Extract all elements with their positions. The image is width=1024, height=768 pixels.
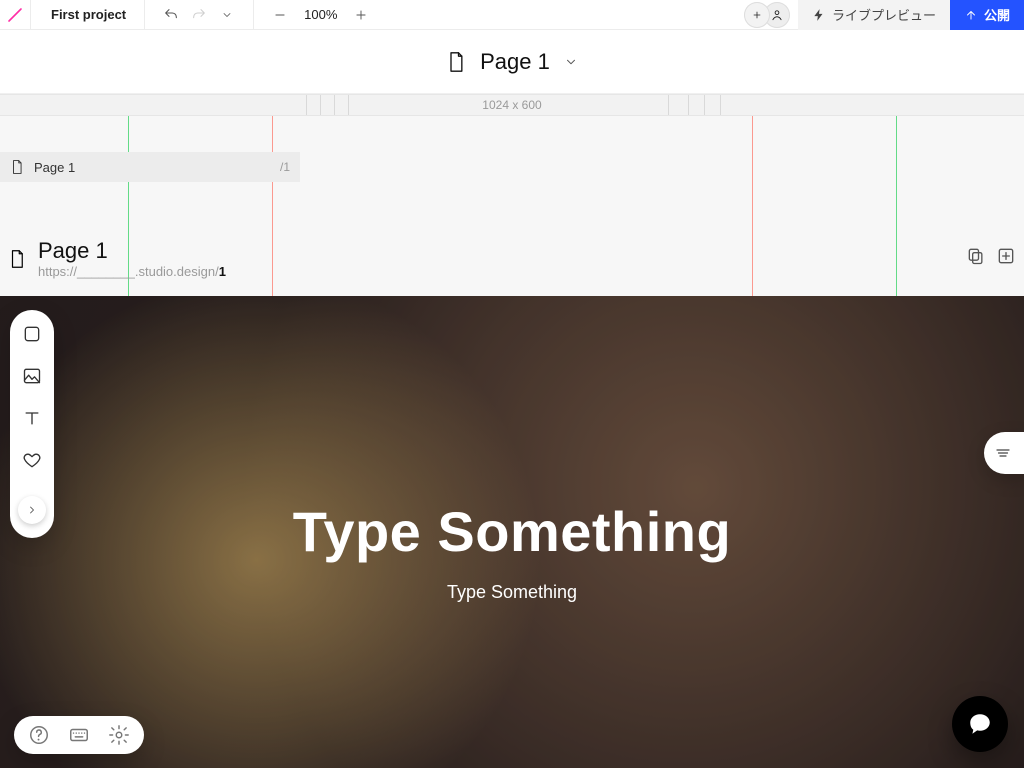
- redo-button[interactable]: [185, 1, 213, 29]
- page-meta: Page 1 https://________.studio.design/1: [8, 238, 1016, 279]
- page-url-prefix: https://________.studio.design/: [38, 264, 219, 279]
- page-meta-text: Page 1 https://________.studio.design/1: [38, 238, 226, 279]
- project-name[interactable]: First project: [31, 0, 144, 29]
- copy-icon: [966, 246, 986, 266]
- zoom-level[interactable]: 100%: [294, 7, 347, 22]
- chat-button[interactable]: [952, 696, 1008, 752]
- canvas[interactable]: Page 1 /1 Page 1 https://________.studio…: [0, 116, 1024, 768]
- insert-favorite-tool[interactable]: [22, 450, 42, 470]
- insert-toolbar: [10, 310, 54, 538]
- page-icon: [10, 158, 24, 176]
- caret-down-icon: [221, 9, 233, 21]
- text-icon: [22, 408, 42, 428]
- caret-down-icon: [564, 55, 578, 69]
- layers-panel-toggle[interactable]: [984, 432, 1024, 474]
- page-actions: [966, 246, 1016, 271]
- hero-subheading[interactable]: Type Something: [447, 582, 577, 603]
- collaborators: [736, 2, 798, 28]
- publish-label: 公開: [984, 5, 1010, 24]
- help-icon: [28, 724, 50, 746]
- layers-icon: [994, 444, 1012, 462]
- redo-icon: [191, 7, 207, 23]
- plus-icon: [354, 8, 368, 22]
- toolbar-expand-button[interactable]: [18, 496, 46, 524]
- image-icon: [22, 366, 42, 386]
- heart-icon: [22, 450, 42, 470]
- add-collaborator-button[interactable]: [744, 2, 770, 28]
- page-title[interactable]: Page 1: [38, 238, 226, 264]
- page-selector[interactable]: Page 1: [0, 30, 1024, 94]
- undo-icon: [163, 7, 179, 23]
- minus-icon: [273, 8, 287, 22]
- square-icon: [22, 324, 42, 344]
- app-logo[interactable]: [0, 0, 30, 30]
- layer-breadcrumb[interactable]: Page 1 /1: [0, 152, 300, 182]
- insert-text-tool[interactable]: [22, 408, 42, 428]
- shortcuts-button[interactable]: [68, 724, 90, 746]
- upload-icon: [964, 8, 978, 22]
- settings-button[interactable]: [108, 724, 130, 746]
- zoom-in-button[interactable]: [347, 1, 375, 29]
- hero-heading[interactable]: Type Something: [293, 499, 731, 564]
- zoom-out-button[interactable]: [266, 1, 294, 29]
- page-selector-label: Page 1: [480, 49, 550, 75]
- hero-section[interactable]: Type Something Type Something: [0, 296, 1024, 768]
- gear-icon: [108, 724, 130, 746]
- plus-icon: [751, 9, 763, 21]
- help-button[interactable]: [28, 724, 50, 746]
- add-page-icon: [996, 246, 1016, 266]
- chat-icon: [967, 711, 993, 737]
- page-icon: [446, 50, 466, 74]
- history-menu[interactable]: [213, 1, 241, 29]
- undo-button[interactable]: [157, 1, 185, 29]
- insert-image-tool[interactable]: [22, 366, 42, 386]
- canvas-dimensions: 1024 x 600: [482, 98, 541, 112]
- insert-box-tool[interactable]: [22, 324, 42, 344]
- zoom-controls: 100%: [254, 0, 387, 29]
- bolt-icon: [812, 8, 826, 22]
- user-icon: [770, 8, 784, 22]
- page-icon: [8, 248, 26, 270]
- add-page-button[interactable]: [996, 246, 1016, 271]
- canvas-ruler: 1024 x 600: [0, 94, 1024, 116]
- publish-button[interactable]: 公開: [950, 0, 1024, 30]
- pencil-icon: [7, 7, 23, 23]
- page-url-slug: 1: [219, 264, 226, 279]
- utility-toolbar: [14, 716, 144, 754]
- duplicate-page-button[interactable]: [966, 246, 986, 271]
- live-preview-button[interactable]: ライブプレビュー: [798, 0, 950, 30]
- history-controls: [145, 0, 253, 29]
- breadcrumb-index: /1: [280, 160, 290, 174]
- chevron-right-icon: [26, 504, 38, 516]
- page-url[interactable]: https://________.studio.design/1: [38, 264, 226, 279]
- live-preview-label: ライブプレビュー: [832, 5, 936, 24]
- keyboard-icon: [68, 724, 90, 746]
- top-toolbar: First project 100% ライブプレビュー: [0, 0, 1024, 30]
- breadcrumb-label: Page 1: [34, 160, 75, 175]
